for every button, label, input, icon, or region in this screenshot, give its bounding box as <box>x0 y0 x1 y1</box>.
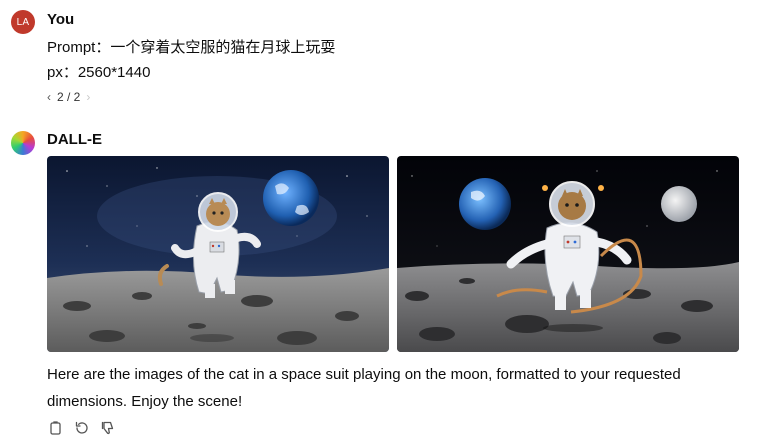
thumbs-down-button[interactable] <box>99 419 117 437</box>
previous-version-button[interactable]: ‹ <box>47 90 51 104</box>
assistant-name: DALL-E <box>47 131 102 148</box>
user-avatar: LA <box>11 10 35 34</box>
regenerate-button[interactable] <box>73 419 91 437</box>
thumbs-down-icon <box>101 421 114 435</box>
pager-label: 2 / 2 <box>57 90 81 104</box>
generated-image-2[interactable] <box>397 156 739 352</box>
next-version-button[interactable]: › <box>86 90 90 104</box>
cat-astronaut-image-1 <box>47 156 389 352</box>
cat-astronaut-image-2 <box>397 156 739 352</box>
generated-image-1[interactable] <box>47 156 389 352</box>
dalle-avatar <box>11 131 35 155</box>
user-prompt-line: Prompt：一个穿着太空服的猫在月球上玩耍 <box>47 39 336 56</box>
assistant-reply: Here are the images of the cat in a spac… <box>47 366 681 410</box>
copy-button[interactable] <box>47 419 65 437</box>
message-actions <box>47 419 117 437</box>
message-pager: ‹ 2 / 2 › <box>47 90 90 104</box>
user-px-line: px：2560*1440 <box>47 64 151 81</box>
copy-icon <box>50 421 61 435</box>
regenerate-icon <box>75 421 88 434</box>
user-name: You <box>47 11 75 28</box>
